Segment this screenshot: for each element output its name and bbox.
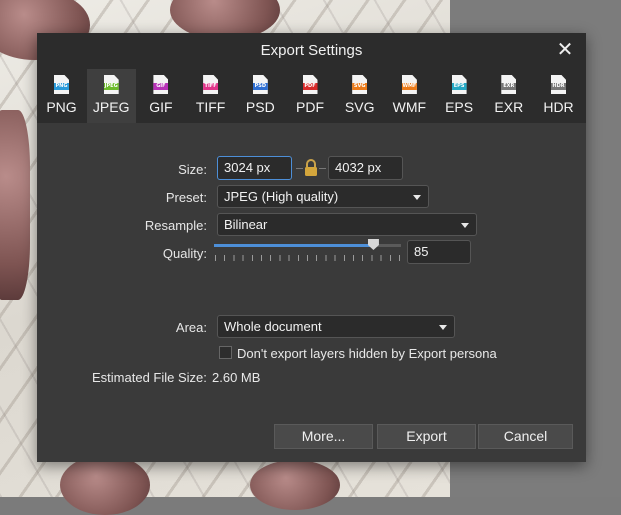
file-icon-tag: EXR bbox=[501, 83, 517, 90]
preset-value: JPEG (High quality) bbox=[224, 189, 339, 204]
dialog-title: Export Settings bbox=[260, 42, 363, 59]
eps-file-icon: EPS bbox=[451, 75, 467, 94]
file-icon-tag: HDR bbox=[551, 83, 566, 90]
tab-label: EXR bbox=[494, 99, 524, 115]
close-icon[interactable]: ✕ bbox=[554, 39, 576, 61]
psd-file-icon: PSD bbox=[252, 75, 268, 94]
tab-label: WMF bbox=[392, 99, 427, 115]
export-settings-dialog: Export Settings ✕ PNG PNG JPEG JPEG GIF GIF TI… bbox=[37, 33, 586, 462]
height-input[interactable]: 4032 px bbox=[328, 156, 403, 180]
file-icon-tag: GIF bbox=[153, 83, 169, 90]
tab-label: EPS bbox=[445, 99, 474, 115]
lock-icon[interactable] bbox=[303, 159, 319, 177]
tab-wmf[interactable]: WMF WMF bbox=[385, 69, 434, 123]
file-icon-tag: TIFF bbox=[203, 83, 219, 90]
quality-label: Quality: bbox=[162, 246, 207, 261]
tab-label: TIFF bbox=[195, 99, 226, 115]
format-tabs: PNG PNG JPEG JPEG GIF GIF TIFF TIFF PSD PSD PDF PDF… bbox=[37, 69, 586, 123]
tab-label: PDF bbox=[296, 99, 324, 115]
file-icon-tag: WMF bbox=[401, 83, 417, 90]
quality-input[interactable]: 85 bbox=[407, 240, 471, 264]
area-label: Area: bbox=[175, 320, 207, 335]
more-button[interactable]: More... bbox=[274, 424, 373, 449]
chevron-down-icon bbox=[461, 223, 469, 228]
resample-value: Bilinear bbox=[224, 217, 268, 232]
file-icon-tag: PNG bbox=[54, 83, 69, 90]
tab-png[interactable]: PNG PNG bbox=[37, 69, 86, 123]
tab-eps[interactable]: EPS EPS bbox=[435, 69, 484, 123]
file-size-label: Estimated File Size: bbox=[92, 370, 207, 385]
exr-file-icon: EXR bbox=[501, 75, 517, 94]
wmf-file-icon: WMF bbox=[401, 75, 417, 94]
chevron-down-icon bbox=[439, 325, 447, 330]
tab-label: PNG bbox=[46, 99, 77, 115]
quality-slider-fill bbox=[214, 244, 373, 247]
tab-exr[interactable]: EXR EXR bbox=[484, 69, 533, 123]
preset-dropdown[interactable]: JPEG (High quality) bbox=[217, 185, 429, 208]
jpeg-file-icon: JPEG bbox=[103, 75, 119, 94]
hidden-layers-label: Don't export layers hidden by Export per… bbox=[237, 346, 497, 361]
tab-svg[interactable]: SVG SVG bbox=[335, 69, 384, 123]
area-value: Whole document bbox=[224, 319, 322, 334]
resample-dropdown[interactable]: Bilinear bbox=[217, 213, 477, 236]
tab-tiff[interactable]: TIFF TIFF bbox=[186, 69, 235, 123]
file-icon-tag: PSD bbox=[252, 83, 268, 90]
tab-label: GIF bbox=[149, 99, 173, 115]
tab-label: JPEG bbox=[92, 99, 130, 115]
lock-connector bbox=[319, 168, 326, 169]
photo-blob bbox=[250, 460, 340, 510]
png-file-icon: PNG bbox=[54, 75, 69, 94]
file-icon-tag: JPEG bbox=[103, 83, 119, 90]
tab-jpeg[interactable]: JPEG JPEG bbox=[86, 69, 136, 123]
resample-label: Resample: bbox=[144, 218, 207, 233]
tab-label: HDR bbox=[543, 99, 574, 115]
width-input[interactable]: 3024 px bbox=[217, 156, 292, 180]
gif-file-icon: GIF bbox=[153, 75, 169, 94]
hidden-layers-checkbox[interactable] bbox=[219, 346, 232, 359]
cancel-button[interactable]: Cancel bbox=[478, 424, 573, 449]
tab-gif[interactable]: GIF GIF bbox=[136, 69, 185, 123]
tab-hdr[interactable]: HDR HDR bbox=[534, 69, 583, 123]
tiff-file-icon: TIFF bbox=[203, 75, 219, 94]
file-icon-tag: EPS bbox=[451, 83, 467, 90]
tab-label: PSD bbox=[245, 99, 275, 115]
pdf-file-icon: PDF bbox=[302, 75, 318, 94]
tab-pdf[interactable]: PDF PDF bbox=[286, 69, 335, 123]
export-button[interactable]: Export bbox=[377, 424, 476, 449]
size-label: Size: bbox=[178, 162, 207, 177]
quality-slider-ticks bbox=[215, 255, 400, 261]
lock-connector bbox=[296, 168, 303, 169]
chevron-down-icon bbox=[413, 195, 421, 200]
tab-label: SVG bbox=[344, 99, 375, 115]
file-icon-tag: PDF bbox=[302, 83, 318, 90]
quality-slider-thumb[interactable] bbox=[367, 239, 379, 250]
svg-file-icon: SVG bbox=[352, 75, 368, 94]
area-dropdown[interactable]: Whole document bbox=[217, 315, 455, 338]
photo-blob bbox=[60, 455, 150, 515]
file-icon-tag: SVG bbox=[352, 83, 368, 90]
tab-psd[interactable]: PSD PSD bbox=[236, 69, 285, 123]
file-size-value: 2.60 MB bbox=[212, 370, 261, 385]
dialog-titlebar: Export Settings ✕ bbox=[37, 33, 586, 69]
photo-blob bbox=[0, 110, 30, 300]
preset-label: Preset: bbox=[165, 190, 207, 205]
hdr-file-icon: HDR bbox=[551, 75, 566, 94]
